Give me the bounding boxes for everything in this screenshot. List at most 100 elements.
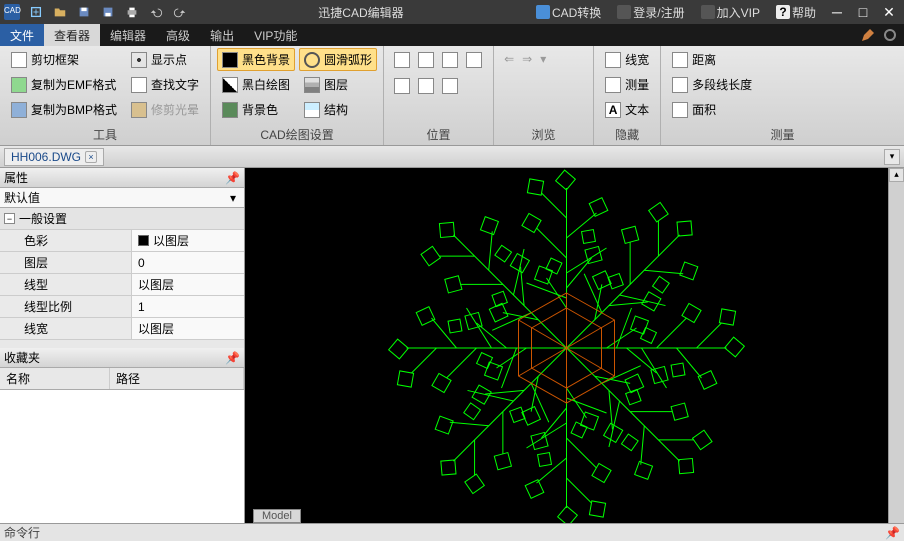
- polyline-len-button[interactable]: 多段线长度: [667, 73, 898, 96]
- print-icon[interactable]: [120, 0, 144, 24]
- linewidth-icon: [605, 52, 621, 68]
- ribbon-label-position: 位置: [390, 124, 487, 145]
- zoom-window-icon[interactable]: [394, 52, 410, 68]
- chevron-down-icon[interactable]: ▾: [226, 191, 240, 205]
- show-point-button[interactable]: 显示点: [126, 48, 204, 71]
- zoom-scale-icon[interactable]: [418, 78, 434, 94]
- drawing-canvas[interactable]: Model: [245, 168, 888, 523]
- main-area: 属性 📌 默认值 ▾ − 一般设置 色彩 以图层 图层 0 线型 以图层: [0, 168, 904, 523]
- props-title: 属性: [4, 169, 28, 186]
- black-bg-button[interactable]: 黑色背景: [217, 48, 295, 71]
- bg-color-icon: [222, 102, 238, 118]
- maximize-button[interactable]: □: [852, 2, 874, 22]
- bw-icon: [222, 77, 238, 93]
- menu-bar: 文件 查看器 编辑器 高级 输出 VIP功能: [0, 24, 904, 46]
- close-button[interactable]: ✕: [878, 2, 900, 22]
- command-line[interactable]: 命令行 📌: [0, 523, 904, 541]
- prop-row-lineweight[interactable]: 线宽 以图层: [0, 318, 244, 340]
- prop-row-linetype[interactable]: 线型 以图层: [0, 274, 244, 296]
- fav-col-name[interactable]: 名称: [0, 368, 110, 389]
- pan-icon[interactable]: [466, 52, 482, 68]
- vip-button[interactable]: 加入VIP: [695, 2, 766, 23]
- cad-icon: [536, 5, 550, 19]
- vertical-scrollbar[interactable]: ▴: [888, 168, 904, 523]
- help-icon: ?: [776, 5, 790, 19]
- app-title: 迅捷CAD编辑器: [192, 4, 530, 21]
- pin-icon[interactable]: 📌: [225, 351, 240, 365]
- settings-icon[interactable]: [882, 27, 898, 43]
- doc-tabs-dropdown[interactable]: ▾: [884, 149, 900, 165]
- favorites-title: 收藏夹: [4, 349, 40, 366]
- color-swatch: [138, 235, 149, 246]
- text-icon: A: [605, 102, 621, 118]
- ribbon-label-measure: 测量: [667, 124, 898, 145]
- tab-viewer[interactable]: 查看器: [44, 24, 100, 46]
- tab-vip[interactable]: VIP功能: [244, 24, 307, 46]
- collapse-icon[interactable]: −: [4, 213, 15, 224]
- fav-col-path[interactable]: 路径: [110, 368, 244, 389]
- help-button[interactable]: ?帮助: [770, 2, 822, 23]
- app-icon[interactable]: CAD: [0, 0, 24, 24]
- favorites-table: 名称 路径: [0, 368, 244, 523]
- tab-editor[interactable]: 编辑器: [100, 24, 156, 46]
- measure-hide-button[interactable]: 测量: [600, 73, 654, 96]
- tab-file[interactable]: 文件: [0, 24, 44, 46]
- polyline-icon: [672, 77, 688, 93]
- copy-emf-button[interactable]: 复制为EMF格式: [6, 73, 122, 96]
- ribbon-group-tools: 剪切框架 复制为EMF格式 复制为BMP格式 显示点 查找文字 修剪光晕 工具: [0, 46, 211, 145]
- zoom-out-icon[interactable]: [442, 52, 458, 68]
- ribbon-group-hide: 线宽 测量 A文本 隐藏: [594, 46, 661, 145]
- default-value-row[interactable]: 默认值 ▾: [0, 188, 244, 208]
- nav-fwd-icon[interactable]: ⇒: [522, 52, 532, 66]
- doc-tab[interactable]: HH006.DWG ×: [4, 148, 104, 166]
- tab-output[interactable]: 输出: [200, 24, 244, 46]
- text-hide-button[interactable]: A文本: [600, 98, 654, 121]
- login-button[interactable]: 登录/注册: [611, 2, 690, 23]
- bw-draw-button[interactable]: 黑白绘图: [217, 73, 295, 96]
- ribbon-group-measure: 距离 多段线长度 面积 测量: [661, 46, 904, 145]
- area-button[interactable]: 面积: [667, 98, 898, 121]
- cad-convert-button[interactable]: CAD转换: [530, 2, 607, 23]
- emf-icon: [11, 77, 27, 93]
- minimize-button[interactable]: ─: [826, 2, 848, 22]
- smooth-arc-button[interactable]: 圆滑弧形: [299, 48, 377, 71]
- zoom-extents-icon[interactable]: [394, 78, 410, 94]
- tab-advanced[interactable]: 高级: [156, 24, 200, 46]
- ribbon: 剪切框架 复制为EMF格式 复制为BMP格式 显示点 查找文字 修剪光晕 工具 …: [0, 46, 904, 146]
- nav-dd-icon[interactable]: ▾: [540, 52, 546, 66]
- fix-halo-button[interactable]: 修剪光晕: [126, 98, 204, 121]
- zoom-in-icon[interactable]: [418, 52, 434, 68]
- distance-button[interactable]: 距离: [667, 48, 898, 71]
- clip-frame-button[interactable]: 剪切框架: [6, 48, 122, 71]
- pen-tool-icon[interactable]: [860, 27, 876, 43]
- ribbon-label-cad-settings: CAD绘图设置: [217, 124, 377, 145]
- props-section-header[interactable]: − 一般设置: [0, 208, 244, 230]
- undo-icon[interactable]: [144, 0, 168, 24]
- line-width-button[interactable]: 线宽: [600, 48, 654, 71]
- save-icon[interactable]: [72, 0, 96, 24]
- pin-icon[interactable]: 📌: [885, 526, 900, 540]
- redo-icon[interactable]: [168, 0, 192, 24]
- copy-bmp-button[interactable]: 复制为BMP格式: [6, 98, 122, 121]
- save-as-icon[interactable]: [96, 0, 120, 24]
- prop-row-ltscale[interactable]: 线型比例 1: [0, 296, 244, 318]
- layer-button[interactable]: 图层: [299, 73, 377, 96]
- prop-row-color[interactable]: 色彩 以图层: [0, 230, 244, 252]
- ribbon-group-position: 位置: [384, 46, 494, 145]
- nav-back-icon[interactable]: ⇐: [504, 52, 514, 66]
- zoom-center-icon[interactable]: [442, 78, 458, 94]
- ribbon-label-hide: 隐藏: [600, 124, 654, 145]
- distance-icon: [672, 52, 688, 68]
- bg-color-button[interactable]: 背景色: [217, 98, 295, 121]
- doc-tab-close-icon[interactable]: ×: [85, 151, 97, 163]
- new-icon[interactable]: [24, 0, 48, 24]
- ribbon-label-browse: 浏览: [500, 124, 587, 145]
- model-tab[interactable]: Model: [253, 509, 301, 523]
- pin-icon[interactable]: 📌: [225, 171, 240, 185]
- open-icon[interactable]: [48, 0, 72, 24]
- yen-icon: [701, 5, 715, 19]
- find-text-button[interactable]: 查找文字: [126, 73, 204, 96]
- scroll-up-icon[interactable]: ▴: [889, 168, 904, 182]
- structure-button[interactable]: 结构: [299, 98, 377, 121]
- prop-row-layer[interactable]: 图层 0: [0, 252, 244, 274]
